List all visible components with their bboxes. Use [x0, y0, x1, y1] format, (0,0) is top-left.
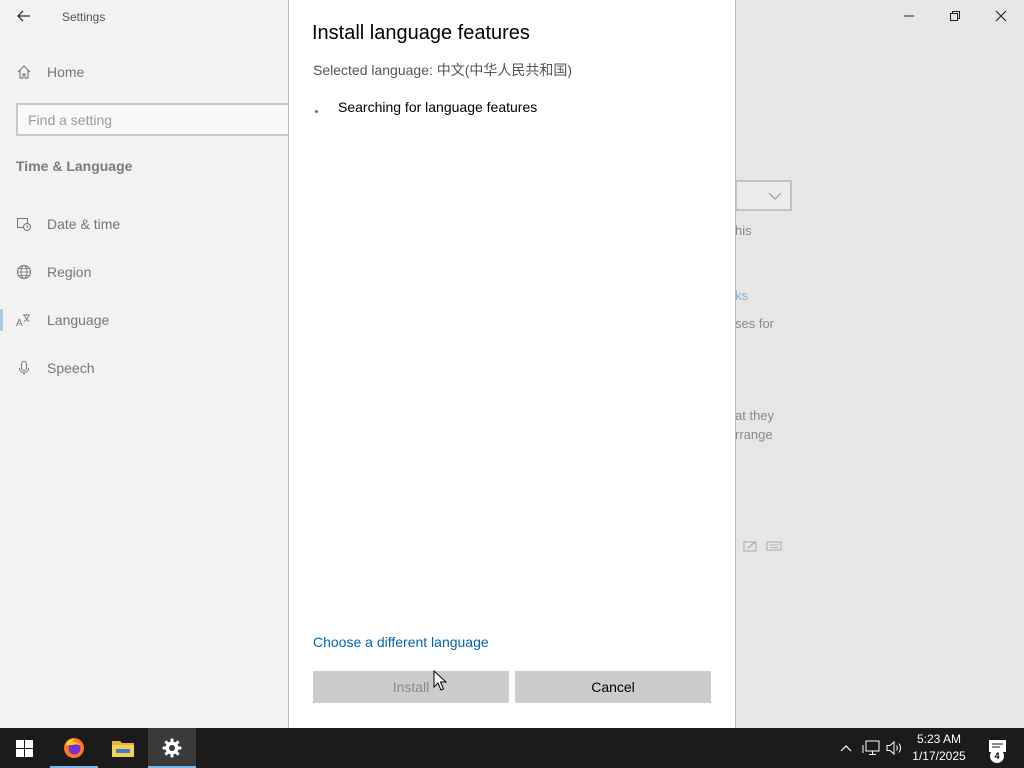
nav-item-label: Date & time — [47, 216, 121, 232]
background-dropdown — [735, 180, 792, 211]
volume-button[interactable] — [884, 728, 906, 768]
progress-dots-icon — [315, 110, 318, 113]
taskbar-app-firefox[interactable] — [50, 728, 98, 768]
gear-icon — [162, 738, 182, 758]
minimize-icon — [904, 15, 914, 17]
keyboard-icon — [766, 541, 782, 551]
network-button[interactable] — [860, 728, 882, 768]
taskbar-app-file-explorer[interactable] — [99, 728, 147, 768]
section-title: Time & Language — [16, 158, 133, 174]
restore-button[interactable] — [932, 0, 978, 32]
firefox-icon — [64, 738, 84, 758]
clock-time: 5:23 AM — [916, 732, 962, 746]
background-text: rrange — [735, 427, 773, 442]
show-hidden-icons-button[interactable] — [836, 728, 856, 768]
selected-language-label: Selected language: 中文(中华人民共和国) — [313, 62, 573, 78]
taskbar: 5:23 AM 1/17/2025 4 — [0, 728, 1024, 768]
install-button[interactable]: Install — [313, 671, 509, 703]
taskbar-app-settings[interactable] — [148, 728, 196, 768]
windows-logo-icon — [15, 739, 33, 757]
notification-count-badge: 4 — [990, 749, 1004, 763]
cancel-button[interactable]: Cancel — [515, 671, 711, 703]
search-input[interactable] — [18, 105, 258, 134]
navigation-pane: Settings Home Time & Language Date & tim… — [0, 0, 291, 728]
clock-date: 1/17/2025 — [912, 749, 966, 763]
choose-different-language-link[interactable]: Choose a different language — [313, 634, 489, 650]
window-title: Settings — [62, 10, 106, 24]
nav-item-label: Speech — [47, 360, 95, 376]
background-text: at they — [735, 408, 775, 423]
active-nav-indicator — [0, 309, 3, 331]
microphone-icon — [16, 360, 32, 376]
background-text: ses for — [735, 316, 775, 331]
nav-item-speech[interactable]: Speech — [16, 360, 94, 376]
folder-icon — [112, 741, 134, 757]
chevron-up-icon — [840, 745, 852, 752]
svg-text:A: A — [16, 318, 23, 328]
nav-home[interactable]: Home — [16, 64, 84, 80]
back-arrow-icon — [17, 10, 30, 22]
action-center-button[interactable]: 4 — [978, 728, 1018, 768]
restore-icon — [950, 11, 960, 21]
network-icon — [862, 740, 880, 755]
close-icon — [995, 10, 1007, 22]
globe-icon — [16, 264, 32, 280]
background-link: ks — [735, 288, 748, 303]
minimize-button[interactable] — [886, 0, 932, 32]
language-icon: A — [16, 312, 32, 328]
search-status-text: Searching for language features — [338, 99, 538, 115]
taskbar-clock[interactable]: 5:23 AM 1/17/2025 — [906, 731, 972, 765]
nav-item-language[interactable]: A Language — [16, 312, 109, 328]
clock-calendar-icon — [16, 216, 32, 232]
background-text: his — [735, 223, 752, 238]
close-button[interactable] — [978, 0, 1024, 32]
search-box[interactable] — [16, 103, 291, 136]
home-icon — [16, 64, 32, 80]
nav-home-label: Home — [47, 64, 85, 80]
install-language-features-dialog: Install language features Selected langu… — [288, 0, 736, 728]
handwriting-icon — [743, 541, 757, 552]
nav-item-label: Region — [47, 264, 92, 280]
chevron-down-icon — [768, 192, 782, 200]
start-button[interactable] — [0, 728, 48, 768]
nav-item-date-time[interactable]: Date & time — [16, 216, 120, 232]
nav-item-label: Language — [47, 312, 110, 328]
mouse-cursor-icon — [433, 670, 447, 691]
nav-item-region[interactable]: Region — [16, 264, 91, 280]
back-button[interactable] — [12, 6, 36, 26]
dialog-title: Install language features — [312, 22, 530, 44]
speaker-icon — [886, 740, 901, 756]
